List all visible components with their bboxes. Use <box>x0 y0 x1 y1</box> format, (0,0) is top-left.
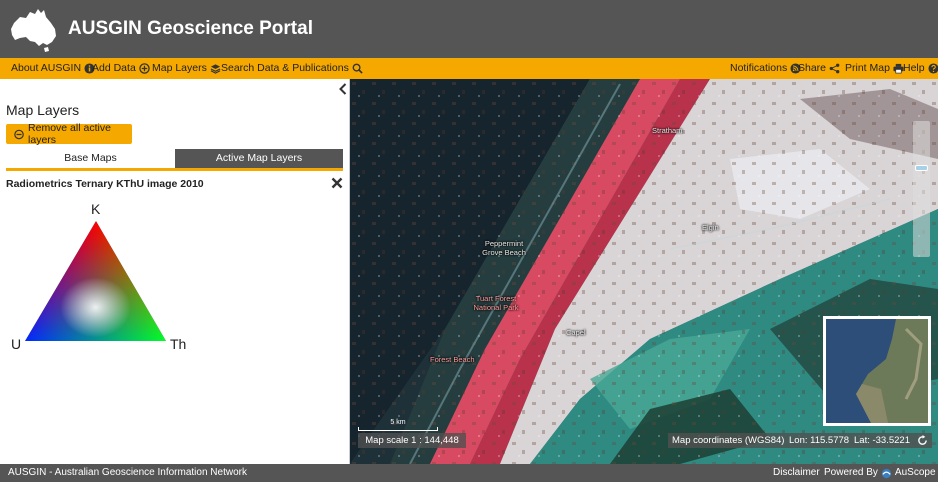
scale-bar: 5 km <box>358 419 438 431</box>
town-forest-beach: Forest Beach <box>430 355 475 364</box>
search-icon <box>352 63 363 74</box>
overview-map[interactable] <box>823 316 931 426</box>
nav-search[interactable]: Search Data & Publications <box>221 58 363 79</box>
scale-bar-label: 5 km <box>390 419 406 426</box>
nav-help-label: Help <box>903 62 925 74</box>
town-peppermint-grove: Peppermint Grove Beach <box>482 239 526 257</box>
town-tuart-forest: Tuart Forest National Park <box>473 294 519 312</box>
legend-u-label: U <box>11 336 21 352</box>
map-view[interactable]: Stratham Elgin Peppermint Grove Beach Tu… <box>350 79 938 464</box>
remove-all-layers-label: Remove all active layers <box>28 122 111 146</box>
nav-print-map-label: Print Map <box>845 62 890 74</box>
nav-about[interactable]: About AUSGIN <box>11 58 95 79</box>
nav-help[interactable]: Help <box>903 58 938 79</box>
zoom-handle[interactable] <box>915 165 928 171</box>
map-scale-readout: Map scale 1 : 144,448 <box>358 433 466 448</box>
scale-bar-line <box>358 427 438 431</box>
layer-tabs: Base Maps Active Map Layers <box>6 149 343 171</box>
ternary-legend: K U Th <box>11 201 186 352</box>
tab-active-map-layers[interactable]: Active Map Layers <box>175 149 343 168</box>
overview-imagery <box>826 319 928 423</box>
auscope-label: AuScope <box>894 467 936 478</box>
minus-circle-icon <box>14 129 24 139</box>
powered-by-label: Powered By <box>824 467 878 478</box>
town-capel: Capel <box>566 328 586 337</box>
nav-about-label: About AUSGIN <box>11 62 82 74</box>
nav-add-data-label: Add Data <box>92 62 136 74</box>
legend-th-label: Th <box>170 336 186 352</box>
share-icon <box>829 63 840 74</box>
app-header: AUSGIN Geoscience Portal <box>0 0 938 58</box>
collapse-chevron-icon[interactable] <box>339 83 347 95</box>
nav-share[interactable]: Share <box>798 58 840 79</box>
coordinates-lon: Lon: 115.5778 <box>789 435 850 446</box>
coordinates-readout: Map coordinates (WGS84) Lon: 115.5778 La… <box>668 433 932 448</box>
nav-search-label: Search Data & Publications <box>221 62 349 74</box>
town-stratham: Stratham <box>652 126 683 135</box>
plus-circle-icon <box>139 63 150 74</box>
australia-logo <box>11 9 56 52</box>
nav-notifications-label: Notifications <box>730 62 788 74</box>
layer-title: Radiometrics Ternary KThU image 2010 <box>6 178 204 190</box>
coordinates-lat: Lat: -33.5221 <box>854 435 910 446</box>
help-icon <box>928 63 938 74</box>
layers-icon <box>210 64 221 74</box>
nav-map-layers-label: Map Layers <box>152 62 207 74</box>
nav-map-layers[interactable]: Map Layers <box>152 58 221 79</box>
refresh-icon[interactable] <box>917 435 928 446</box>
zoom-slider[interactable] <box>913 121 930 257</box>
main-navbar: About AUSGIN Add Data Map Layers Search … <box>0 58 938 79</box>
remove-all-layers-button[interactable]: Remove all active layers <box>6 122 132 146</box>
footer-network-label: AUSGIN - Australian Geoscience Informati… <box>8 467 247 478</box>
legend-k-label: K <box>91 201 101 217</box>
disclaimer-link[interactable]: Disclaimer <box>773 464 820 482</box>
tab-base-maps[interactable]: Base Maps <box>6 149 175 168</box>
close-icon[interactable] <box>331 177 343 189</box>
coordinates-label: Map coordinates (WGS84) <box>672 435 785 446</box>
panel-title: Map Layers <box>6 102 80 118</box>
map-layers-panel: Map Layers Remove all active layers Base… <box>0 79 350 464</box>
nav-print-map[interactable]: Print Map <box>845 58 904 79</box>
powered-by-link[interactable]: Powered By AuScope <box>824 464 936 482</box>
nav-add-data[interactable]: Add Data <box>92 58 150 79</box>
nav-share-label: Share <box>798 62 827 74</box>
town-elgin: Elgin <box>702 223 719 232</box>
auscope-logo-icon <box>881 468 892 478</box>
nav-notifications[interactable]: Notifications <box>730 58 801 79</box>
app-title: AUSGIN Geoscience Portal <box>68 18 313 39</box>
app-footer: AUSGIN - Australian Geoscience Informati… <box>0 464 938 482</box>
